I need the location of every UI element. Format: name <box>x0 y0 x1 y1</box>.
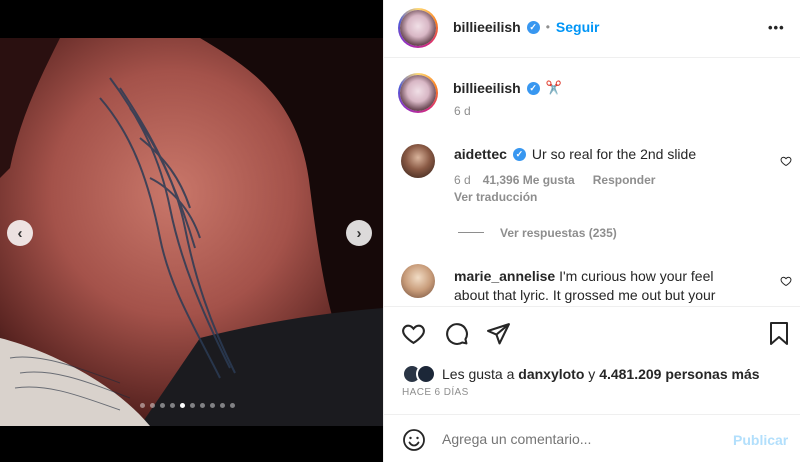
caption-time: 6 d <box>454 104 471 118</box>
like-comment-icon[interactable] <box>780 155 792 167</box>
slide-dot <box>230 403 235 408</box>
comment-input[interactable] <box>442 428 722 450</box>
reply-button[interactable]: Responder <box>593 173 656 187</box>
comment-time: 6 d <box>454 173 471 187</box>
post-panel: billieeilish ✓ • Seguir ••• billieeilish… <box>383 0 800 462</box>
slide-dot <box>180 403 185 408</box>
likes-prefix: Les gusta a <box>442 366 515 382</box>
comment-text-line2: about that lyric. It grossed me out but … <box>454 287 716 303</box>
scissors-emoji: ✂️ <box>545 80 562 95</box>
slide-dot <box>210 403 215 408</box>
post-actions: Les gusta a danxyloto y 4.481.209 person… <box>384 306 800 414</box>
commenter-avatar[interactable] <box>401 264 435 298</box>
publish-button[interactable]: Publicar <box>733 432 788 448</box>
caption-username[interactable]: billieeilish <box>453 80 521 96</box>
post-header: billieeilish ✓ • Seguir ••• <box>384 0 800 58</box>
comment-text-line1: I'm curious how your feel <box>559 268 714 284</box>
separator-dot: • <box>545 20 550 34</box>
post-media: ‹ › <box>0 0 383 462</box>
emoji-icon[interactable] <box>402 428 426 452</box>
prev-slide-button[interactable]: ‹ <box>7 220 33 246</box>
verified-badge-icon: ✓ <box>526 81 540 95</box>
share-icon[interactable] <box>486 321 511 346</box>
slide-dot <box>220 403 225 408</box>
slide-dot <box>170 403 175 408</box>
slide-dot <box>160 403 165 408</box>
comments-section: billieeilish ✓ ✂️ 6 d aidettec ✓ Ur so r… <box>384 58 800 305</box>
tattoo-back-image <box>0 38 383 426</box>
post-photo <box>0 38 383 426</box>
commenter-avatar[interactable] <box>401 144 435 178</box>
follow-button[interactable]: Seguir <box>556 19 600 35</box>
author-avatar[interactable] <box>398 8 438 48</box>
chevron-right-icon: › <box>356 224 362 242</box>
likes-count-link[interactable]: 4.481.209 personas más <box>599 366 759 382</box>
slide-dot <box>190 403 195 408</box>
next-slide-button[interactable]: › <box>346 220 372 246</box>
comment-likes[interactable]: 41,396 Me gusta <box>483 173 575 187</box>
slide-dot <box>140 403 145 408</box>
slide-dot <box>150 403 155 408</box>
comment-text: Ur so real for the 2nd slide <box>531 146 697 162</box>
replies-line <box>458 232 484 233</box>
verified-badge-icon: ✓ <box>512 147 526 161</box>
comment-composer: Publicar <box>384 414 800 462</box>
liker-avatar-2[interactable] <box>416 364 436 384</box>
caption-avatar[interactable] <box>398 73 438 113</box>
save-bookmark-icon[interactable] <box>768 321 790 346</box>
post-timestamp[interactable]: HACE 6 DÍAS <box>402 387 469 398</box>
author-username[interactable]: billieeilish <box>453 19 521 35</box>
comment-username[interactable]: aidettec <box>454 146 507 162</box>
slide-indicator <box>140 403 235 408</box>
heart-icon[interactable] <box>401 321 426 346</box>
chevron-left-icon: ‹ <box>17 224 23 242</box>
view-replies-link[interactable]: Ver respuestas (235) <box>500 226 617 240</box>
like-comment-icon[interactable] <box>780 275 792 287</box>
comment-username[interactable]: marie_annelise <box>454 268 555 284</box>
likes-user-link[interactable]: danxyloto <box>518 366 584 382</box>
slide-dot <box>200 403 205 408</box>
verified-badge-icon: ✓ <box>526 20 540 34</box>
more-options-icon[interactable]: ••• <box>768 20 785 35</box>
see-translation-link[interactable]: Ver traducción <box>454 190 537 204</box>
likes-conj: y <box>588 366 596 382</box>
comment-icon[interactable] <box>444 321 469 346</box>
